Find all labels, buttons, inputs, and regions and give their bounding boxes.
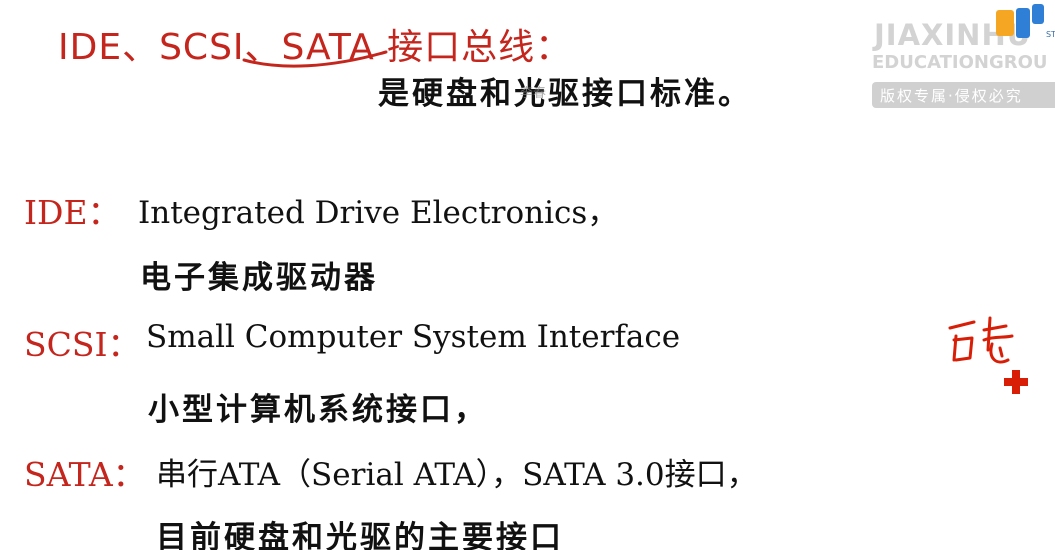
scsi-definition: Small Computer System Interface: [146, 319, 681, 355]
slide-subtitle: 是硬盘和光驱接口标准。: [378, 76, 752, 112]
sata-definition: 串行ATA（Serial ATA），SATA 3.0接口，: [156, 457, 758, 493]
handwritten-logo-icon: [948, 316, 1028, 394]
brand-logo-icon: [996, 4, 1044, 38]
corner-watermark: JIAXINHU EDUCATIONGROU 版权专属·侵权必究 ST: [868, 4, 1055, 110]
ide-chinese-name: 电子集成驱动器: [140, 260, 378, 296]
watermark-copyright-text: 版权专属·侵权必究: [880, 87, 1023, 105]
overlay-name-watermark: 李春: [520, 86, 547, 101]
ide-label: IDE：: [24, 193, 121, 232]
handwritten-underline-icon: [242, 50, 388, 68]
scsi-chinese-name: 小型计算机系统接口，: [148, 392, 488, 428]
watermark-side-text: ST: [1046, 30, 1055, 39]
sata-chinese-name: 目前硬盘和光驱的主要接口: [156, 520, 564, 550]
scsi-label: SCSI：: [24, 325, 141, 364]
sata-label: SATA：: [24, 455, 146, 494]
ide-definition: Integrated Drive Electronics，: [138, 195, 619, 231]
watermark-subline: EDUCATIONGROU: [872, 52, 1048, 73]
